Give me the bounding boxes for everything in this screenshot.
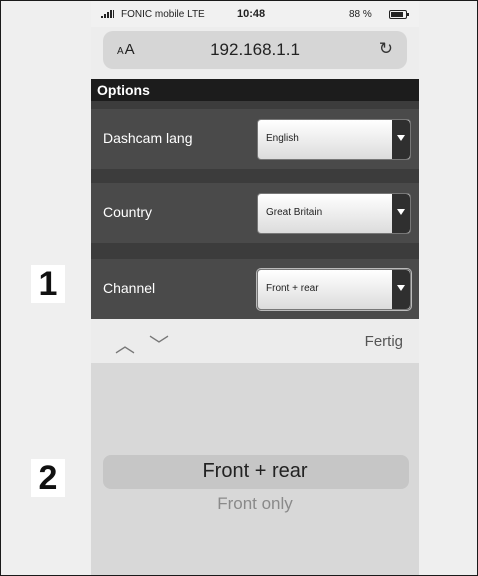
option-row-country: Country Great Britain (91, 183, 419, 243)
dashcam-lang-value: English (266, 133, 299, 144)
option-row-dashcam-lang: Dashcam lang English (91, 109, 419, 169)
url-text[interactable]: 192.168.1.1 (103, 40, 407, 60)
reload-icon[interactable]: ↻ (379, 39, 393, 59)
screenshot-frame: 1 2 FONIC mobile LTE 10:48 88 % AA 192.1… (0, 0, 478, 576)
options-header: Options (91, 79, 419, 101)
options-panel: Options Dashcam lang English Country Gre… (91, 79, 419, 319)
chevron-down-icon[interactable] (392, 194, 410, 233)
next-field-icon[interactable]: ﹀ (149, 329, 169, 358)
callout-2: 2 (31, 459, 65, 497)
carrier-label: FONIC mobile LTE (121, 9, 205, 20)
channel-label: Channel (103, 280, 156, 296)
channel-value: Front + rear (266, 283, 319, 294)
previous-field-icon[interactable]: ︿ (115, 329, 135, 358)
chevron-down-icon[interactable] (392, 270, 410, 309)
battery-percent: 88 % (349, 9, 372, 20)
dashcam-lang-select[interactable]: English (257, 119, 411, 160)
signal-icon (101, 10, 114, 18)
option-picker-wheel[interactable]: Front + rear Front only (91, 363, 419, 575)
keyboard-accessory-bar: ︿ ﹀ Fertig (91, 319, 419, 363)
chevron-down-icon[interactable] (392, 120, 410, 159)
phone-screen: FONIC mobile LTE 10:48 88 % AA 192.168.1… (91, 1, 419, 575)
picker-option-selected[interactable]: Front + rear (91, 460, 419, 483)
picker-option-next[interactable]: Front only (91, 494, 419, 514)
country-value: Great Britain (266, 207, 323, 218)
battery-icon (389, 10, 409, 19)
address-bar[interactable]: AA 192.168.1.1 ↻ (103, 31, 407, 69)
country-label: Country (103, 204, 153, 220)
option-row-channel: Channel Front + rear (91, 259, 419, 319)
dashcam-lang-label: Dashcam lang (103, 130, 193, 146)
country-select[interactable]: Great Britain (257, 193, 411, 234)
clock: 10:48 (237, 8, 266, 20)
channel-select[interactable]: Front + rear (257, 269, 411, 310)
callout-1: 1 (31, 265, 65, 303)
status-bar: FONIC mobile LTE 10:48 88 % (91, 1, 419, 27)
done-button[interactable]: Fertig (365, 333, 403, 350)
options-title: Options (97, 82, 150, 98)
